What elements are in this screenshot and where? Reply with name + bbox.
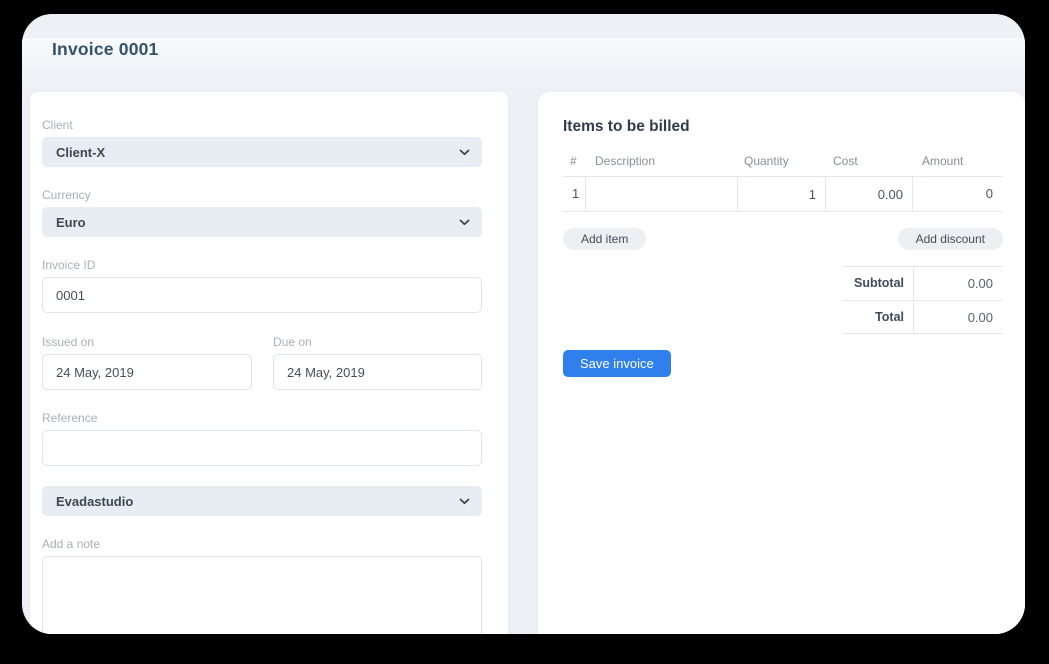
column-header-number: # (563, 154, 585, 169)
subtotal-row: Subtotal 0.00 (843, 266, 1003, 300)
items-panel: Items to be billed # Description Quantit… (538, 92, 1025, 634)
note-textarea[interactable] (42, 556, 482, 634)
chevron-down-icon (459, 143, 470, 161)
quantity-cell (737, 177, 825, 211)
currency-select-value: Euro (56, 215, 86, 230)
studio-select-value: Evadastudio (56, 494, 133, 509)
reference-input[interactable] (42, 430, 482, 466)
cost-input[interactable] (826, 177, 912, 211)
row-number: 1 (563, 177, 585, 211)
total-value: 0.00 (914, 301, 1003, 333)
add-item-button[interactable]: Add item (563, 228, 646, 250)
table-actions: Add item Add discount (563, 228, 1003, 250)
invoice-id-input[interactable] (42, 277, 482, 313)
currency-field: Currency Euro (42, 188, 482, 237)
note-field: Add a note (42, 537, 482, 634)
invoice-id-field: Invoice ID (42, 258, 482, 313)
amount-value: 0 (912, 177, 1003, 211)
client-select-value: Client-X (56, 145, 105, 160)
description-cell (585, 177, 737, 211)
invoice-id-label: Invoice ID (42, 258, 482, 272)
reference-field: Reference (42, 411, 482, 466)
reference-label: Reference (42, 411, 482, 425)
due-on-field: Due on (273, 335, 482, 390)
dates-row: Issued on Due on (42, 335, 482, 390)
app-header: Invoice 0001 (22, 38, 1025, 92)
client-select[interactable]: Client-X (42, 137, 482, 167)
items-table: # Description Quantity Cost Amount 1 (563, 154, 1003, 212)
client-label: Client (42, 118, 482, 132)
due-on-label: Due on (273, 335, 482, 349)
app-window: Invoice 0001 Client Client-X Currency Eu… (22, 14, 1025, 634)
items-table-header: # Description Quantity Cost Amount (563, 154, 1003, 169)
totals-summary: Subtotal 0.00 Total 0.00 (843, 266, 1003, 334)
invoice-form-panel: Client Client-X Currency Euro (30, 92, 508, 634)
client-field: Client Client-X (42, 118, 482, 167)
currency-select[interactable]: Euro (42, 207, 482, 237)
chevron-down-icon (459, 213, 470, 231)
description-input[interactable] (586, 177, 737, 211)
items-heading: Items to be billed (563, 118, 1003, 136)
issued-on-field: Issued on (42, 335, 252, 390)
issued-on-label: Issued on (42, 335, 252, 349)
issued-on-input[interactable] (42, 354, 252, 390)
column-header-description: Description (585, 154, 737, 169)
column-header-cost: Cost (825, 154, 912, 169)
total-row: Total 0.00 (843, 300, 1003, 334)
subtotal-label: Subtotal (843, 267, 914, 300)
cost-cell (825, 177, 912, 211)
subtotal-value: 0.00 (914, 267, 1003, 300)
table-row: 1 0 (563, 176, 1003, 212)
due-on-input[interactable] (273, 354, 482, 390)
currency-label: Currency (42, 188, 482, 202)
column-header-amount: Amount (912, 154, 1003, 169)
column-header-quantity: Quantity (737, 154, 825, 169)
note-label: Add a note (42, 537, 482, 551)
save-invoice-button[interactable]: Save invoice (563, 350, 671, 377)
add-discount-button[interactable]: Add discount (898, 228, 1003, 250)
quantity-input[interactable] (738, 177, 825, 211)
total-label: Total (843, 301, 914, 333)
main-content: Client Client-X Currency Euro (22, 92, 1025, 634)
page-title: Invoice 0001 (52, 38, 1025, 60)
chevron-down-icon (459, 492, 470, 510)
studio-select[interactable]: Evadastudio (42, 486, 482, 516)
resize-handle-icon[interactable] (471, 632, 479, 634)
